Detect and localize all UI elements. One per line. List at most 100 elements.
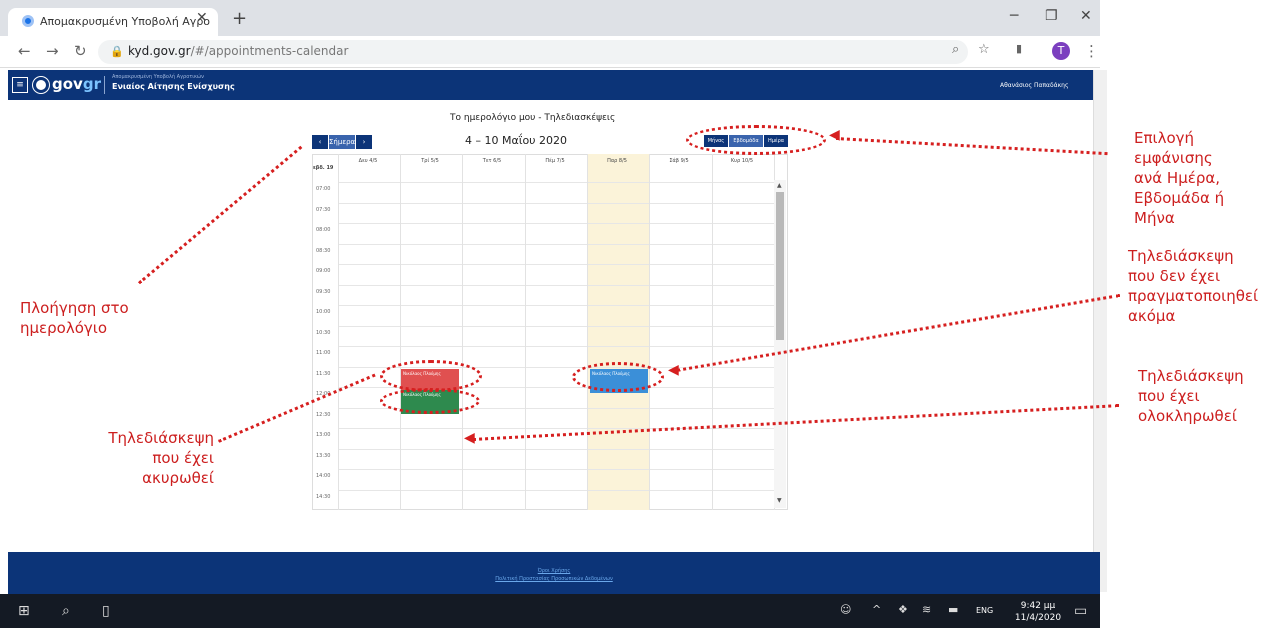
time-slot-line bbox=[338, 346, 774, 347]
calendar-grid bbox=[312, 154, 788, 510]
time-label: 11:00 bbox=[316, 350, 331, 356]
reload-icon[interactable]: ↻ bbox=[74, 42, 87, 60]
time-label: 10:30 bbox=[316, 329, 331, 336]
time-slot-line bbox=[338, 284, 774, 286]
url-text[interactable]: kyd.gov.gr/#/appointments-calendar bbox=[128, 44, 348, 58]
prev-week-button[interactable]: ‹ bbox=[312, 135, 328, 149]
time-label: 11:30 bbox=[316, 370, 331, 377]
week-number: εβδ. 19 bbox=[313, 165, 334, 171]
brand-logo[interactable]: govgr bbox=[52, 75, 101, 93]
hamburger-menu-icon[interactable]: ≡ bbox=[12, 77, 28, 93]
time-slot-line bbox=[338, 243, 774, 245]
time-slot-line bbox=[338, 469, 774, 470]
completed-arrowhead-icon: ◀ bbox=[464, 430, 475, 446]
notifications-icon[interactable]: ▭ bbox=[1074, 603, 1087, 619]
time-slot-line bbox=[338, 305, 774, 306]
zoom-icon[interactable]: ⌕ bbox=[952, 42, 959, 57]
day-header: Πέμ 7/5 bbox=[545, 158, 565, 164]
view-buttons-highlight bbox=[686, 125, 826, 155]
time-label: 09:30 bbox=[316, 288, 331, 295]
restore-icon[interactable]: ❐ bbox=[1045, 8, 1058, 24]
day-column-line bbox=[712, 154, 713, 510]
tray-chevron-icon[interactable]: ^ bbox=[872, 603, 881, 616]
day-column-line bbox=[525, 154, 526, 510]
dropbox-icon[interactable]: ❖ bbox=[898, 603, 908, 616]
day-column-line bbox=[462, 154, 463, 510]
time-label: 13:00 bbox=[316, 432, 331, 438]
day-header: Δευ 4/5 bbox=[358, 158, 378, 164]
task-view-icon[interactable]: ▯ bbox=[102, 603, 110, 619]
govgr-logo-icon bbox=[33, 77, 49, 93]
tab-title: Απομακρυσμένη Υποβολή Αγρο bbox=[40, 15, 211, 28]
browser-menu-icon[interactable]: ⋮ bbox=[1084, 42, 1099, 60]
time-slot-line bbox=[338, 325, 774, 327]
day-header: Τρί 5/5 bbox=[421, 158, 439, 164]
windows-start-icon[interactable]: ⊞ bbox=[18, 603, 30, 619]
time-label: 10:00 bbox=[316, 309, 331, 315]
extension-icon[interactable]: ▮ bbox=[1016, 42, 1022, 55]
time-label: 12:30 bbox=[316, 411, 331, 418]
day-column-line bbox=[587, 154, 588, 510]
annotation-views: Επιλογή εμφάνισης ανά Ημέρα, Εβδομάδα ή Μήνα bbox=[1134, 129, 1225, 227]
privacy-link[interactable]: Πολιτική Προστασίας Προσωπικών Δεδομένων bbox=[454, 576, 654, 582]
day-header: Τετ 6/5 bbox=[482, 158, 502, 164]
day-column-line bbox=[338, 154, 339, 510]
header-subtitle-small: Απομακρυσμένη Υποβολή Αγροτικών bbox=[112, 74, 204, 80]
window-close-icon[interactable]: ✕ bbox=[1080, 8, 1092, 24]
profile-avatar[interactable]: T bbox=[1052, 42, 1070, 60]
annotation-cancelled: Τηλεδιάσκεψη που έχει ακυρωθεί bbox=[108, 429, 214, 487]
forward-icon[interactable]: → bbox=[46, 42, 59, 60]
page-scrollbar[interactable] bbox=[1093, 70, 1107, 592]
day-column-line bbox=[400, 154, 401, 510]
completed-event-highlight bbox=[380, 388, 480, 414]
user-name[interactable]: Αθανάσιος Παπαδάκης bbox=[1000, 82, 1069, 89]
annotation-navigation: Πλοήγηση στο ημερολόγιο bbox=[20, 299, 129, 337]
time-label: 07:00 bbox=[316, 186, 331, 192]
annotation-pending: Τηλεδιάσκεψη που δεν έχει πραγματοποιηθεί α… bbox=[1128, 247, 1259, 325]
header-subtitle: Ενιαίος Αίτησης Ενίσχυσης bbox=[112, 82, 235, 91]
time-label: 13:30 bbox=[316, 452, 331, 459]
calendar-scroll-thumb[interactable] bbox=[776, 192, 784, 340]
tab-close-icon[interactable]: ✕ bbox=[196, 10, 208, 26]
taskbar-clock[interactable]: 9:42 μμ 11/4/2020 bbox=[1010, 600, 1066, 624]
views-arrow bbox=[835, 137, 1108, 156]
header-divider bbox=[104, 76, 105, 94]
screenshot: Απομακρυσμένη Υποβολή Αγρο ✕ + ─ ❐ ✕ ← →… bbox=[0, 0, 1281, 628]
lock-icon: 🔒 bbox=[110, 45, 124, 58]
nav-arrow bbox=[138, 145, 303, 285]
time-slot-line bbox=[338, 489, 774, 491]
search-icon[interactable]: ⌕ bbox=[62, 603, 70, 619]
new-tab-icon[interactable]: + bbox=[232, 8, 247, 29]
minimize-icon[interactable]: ─ bbox=[1010, 8, 1018, 24]
day-header: Κυρ 10/5 bbox=[730, 158, 754, 164]
views-arrowhead-icon: ◀ bbox=[829, 127, 840, 143]
terms-link[interactable]: Όροι Χρήσης bbox=[454, 568, 654, 574]
today-column-highlight bbox=[587, 154, 649, 510]
scroll-down-icon[interactable]: ▼ bbox=[777, 497, 782, 504]
page-title: Το ημερολόγιο μου - Τηλεδιασκέψεις bbox=[450, 113, 616, 123]
next-week-button[interactable]: › bbox=[356, 135, 372, 149]
time-label: 14:30 bbox=[316, 493, 331, 500]
pending-event-highlight bbox=[572, 362, 664, 392]
time-slot-line bbox=[338, 448, 774, 450]
back-icon[interactable]: ← bbox=[18, 42, 31, 60]
annotation-completed: Τηλεδιάσκεψη που έχει ολοκληρωθεί bbox=[1138, 367, 1244, 425]
bookmark-star-icon[interactable]: ☆ bbox=[978, 42, 990, 57]
time-slot-line bbox=[338, 264, 774, 265]
tab-favicon-icon bbox=[22, 15, 34, 27]
time-label: 08:30 bbox=[316, 247, 331, 254]
browser-tab[interactable]: Απομακρυσμένη Υποβολή Αγρο bbox=[8, 8, 218, 36]
language-indicator[interactable]: ENG bbox=[976, 606, 993, 615]
pending-arrowhead-icon: ◀ bbox=[668, 362, 679, 378]
week-range-title: 4 – 10 Μαΐου 2020 bbox=[465, 134, 568, 147]
battery-icon[interactable]: ▬ bbox=[948, 603, 958, 616]
time-slot-line bbox=[338, 182, 774, 183]
scroll-up-icon[interactable]: ▲ bbox=[777, 182, 782, 189]
wifi-icon[interactable]: ≋ bbox=[922, 603, 931, 616]
day-header: Παρ 8/5 bbox=[607, 158, 627, 164]
people-icon[interactable]: ☺ bbox=[840, 603, 851, 616]
today-button[interactable]: Σήμερα bbox=[329, 135, 355, 149]
day-header: Σάβ 9/5 bbox=[669, 158, 689, 164]
day-column-line bbox=[649, 154, 650, 510]
windows-taskbar bbox=[0, 594, 1100, 628]
